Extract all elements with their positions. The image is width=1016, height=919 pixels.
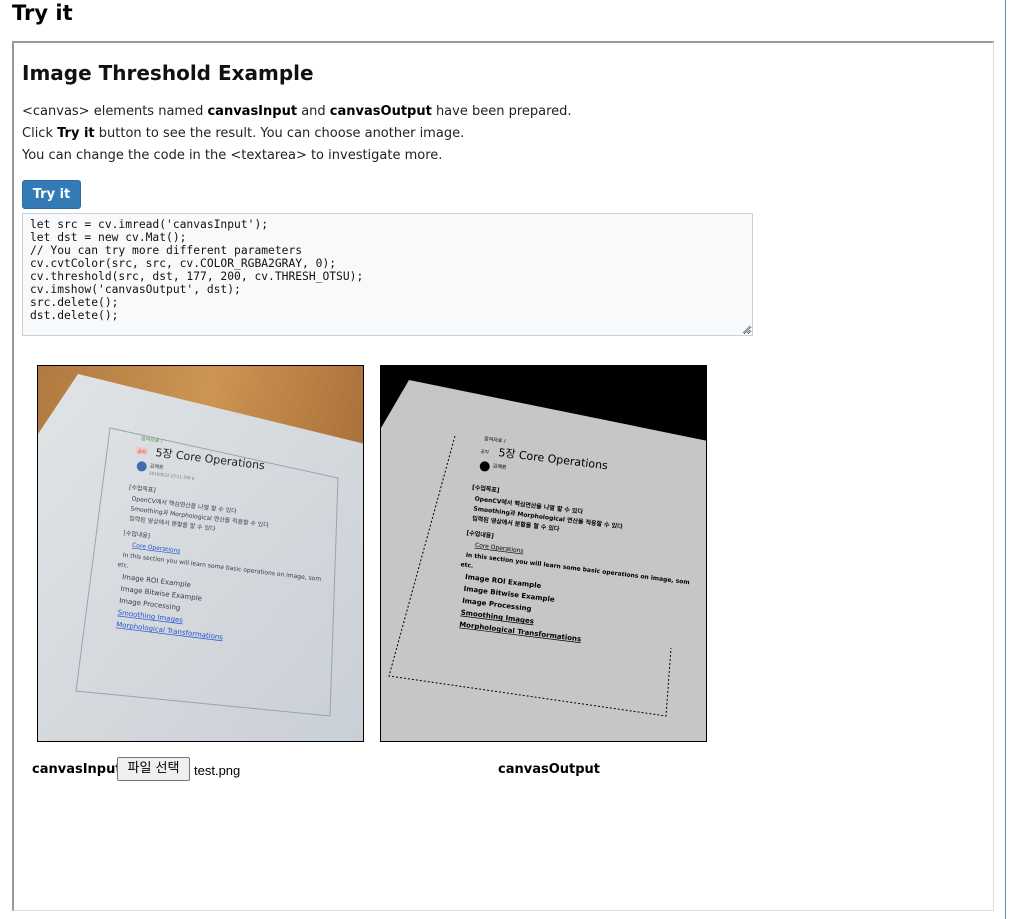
canvas-output-label: canvasOutput	[498, 762, 601, 777]
svg-text:etc.: etc.	[460, 561, 474, 570]
output-photo: 참여자료 / 공지 5장 Core Operations 김예원 [수업목표] …	[381, 366, 706, 717]
try-it-button[interactable]: Try it	[22, 180, 81, 209]
svg-text:5장 Core Operations: 5장 Core Operations	[498, 446, 609, 472]
example-title: Image Threshold Example	[22, 61, 314, 85]
canvas-output: 참여자료 / 공지 5장 Core Operations 김예원 [수업목표] …	[380, 365, 707, 742]
file-select-button[interactable]: 파일 선택	[117, 757, 190, 781]
right-divider	[1005, 0, 1006, 919]
svg-text:김예원: 김예원	[492, 462, 507, 471]
code-textarea[interactable]: let src = cv.imread('canvasInput'); let …	[22, 213, 753, 336]
canvas-input-name: canvasInput	[207, 104, 298, 119]
description-line-3: You can change the code in the <textarea…	[22, 148, 443, 163]
svg-text:[수업목표]: [수업목표]	[472, 483, 501, 494]
selected-file-name: test.png	[194, 763, 241, 778]
canvas-input-label: canvasInput	[32, 762, 122, 777]
input-photo: 참여자료 / 공지 5장 Core Operations 김예원 2018/8/…	[38, 366, 363, 741]
description-line-2: Click Try it button to see the result. Y…	[22, 126, 465, 141]
svg-text:[수업내용]: [수업내용]	[466, 529, 495, 540]
svg-text:Morphological Transformations: Morphological Transformations	[459, 621, 582, 644]
svg-text:참여자료 /: 참여자료 /	[484, 435, 507, 445]
page-heading: Try it	[12, 1, 73, 25]
svg-text:공지: 공지	[480, 448, 489, 456]
resize-grip-icon[interactable]	[741, 324, 751, 334]
svg-text:etc.: etc.	[117, 561, 129, 569]
try-it-mention: Try it	[57, 126, 95, 141]
canvas-output-name: canvasOutput	[329, 104, 432, 119]
canvas-input: 참여자료 / 공지 5장 Core Operations 김예원 2018/8/…	[37, 365, 364, 742]
description-line-1: <canvas> elements named canvasInput and …	[22, 104, 572, 119]
